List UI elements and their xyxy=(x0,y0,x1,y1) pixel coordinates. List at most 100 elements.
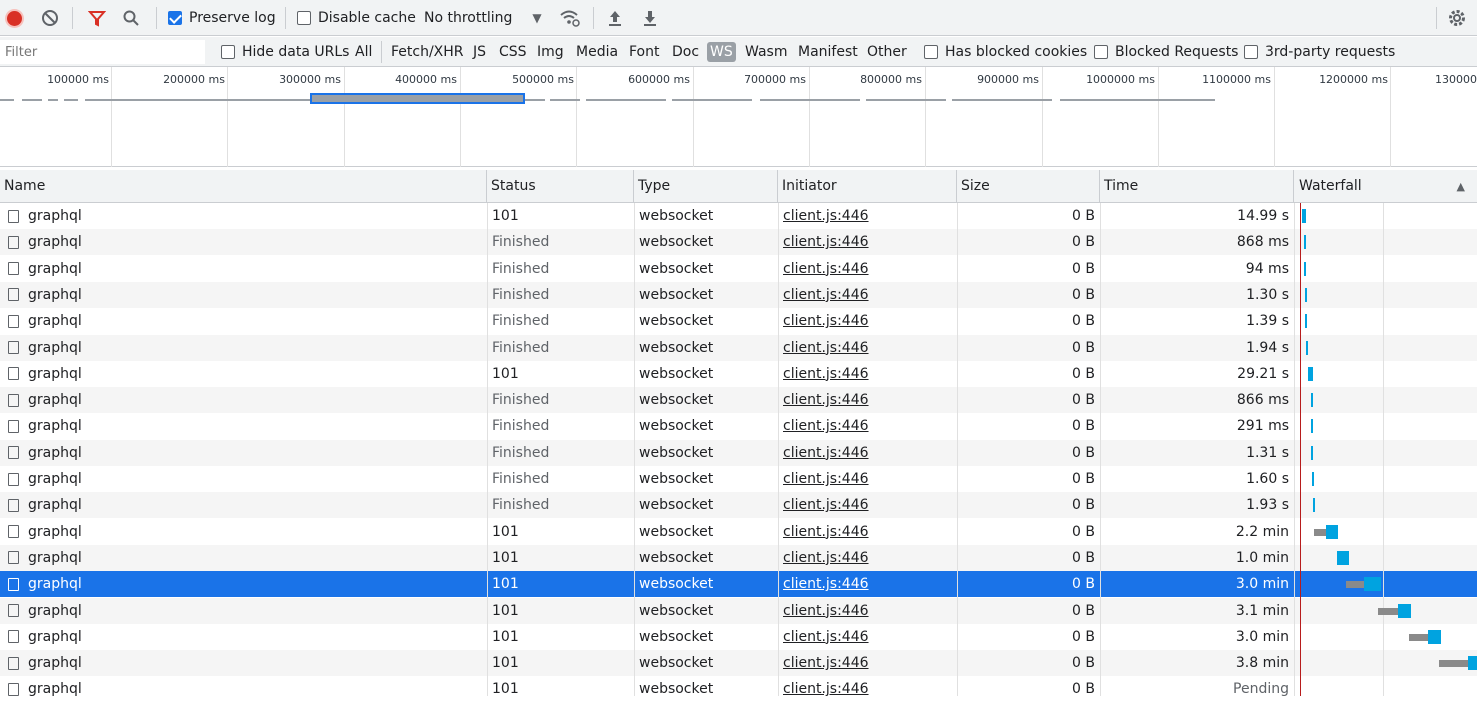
initiator-link[interactable]: client.js:446 xyxy=(783,519,953,545)
import-har-button[interactable] xyxy=(607,0,623,36)
initiator-link[interactable]: client.js:446 xyxy=(783,361,953,387)
request-name-cell[interactable]: graphql xyxy=(8,624,478,650)
request-name-cell[interactable]: graphql xyxy=(8,676,478,702)
size-cell: 0 B xyxy=(1072,208,1095,224)
table-row[interactable]: graphql Finished websocket client.js:446 0 B… xyxy=(0,308,1477,334)
table-row[interactable]: graphql Finished websocket client.js:446 0 B… xyxy=(0,229,1477,256)
request-name-cell[interactable]: graphql xyxy=(8,492,478,518)
table-row[interactable]: graphql Finished websocket client.js:446 0 B… xyxy=(0,413,1477,439)
request-name-cell[interactable]: graphql xyxy=(8,308,478,334)
request-name-cell[interactable]: graphql xyxy=(8,466,478,492)
disable-cache-checkbox[interactable]: Disable cache xyxy=(297,0,416,36)
request-name-cell[interactable]: graphql xyxy=(8,440,478,466)
request-name-cell[interactable]: graphql xyxy=(8,650,478,676)
table-row[interactable]: graphql 101 websocket client.js:446 0 B 3.0 m… xyxy=(0,571,1477,598)
initiator-link[interactable]: client.js:446 xyxy=(783,676,953,702)
table-row[interactable]: graphql Finished websocket client.js:446 0 B… xyxy=(0,256,1477,282)
type-filter-img[interactable]: Img xyxy=(537,37,564,67)
column-header-initiator[interactable]: Initiator xyxy=(778,170,957,203)
table-row[interactable]: graphql Finished websocket client.js:446 0 B… xyxy=(0,281,1477,308)
table-row[interactable]: graphql Finished websocket client.js:446 0 B… xyxy=(0,334,1477,361)
request-name-cell[interactable]: graphql xyxy=(8,545,478,571)
table-row[interactable]: graphql 101 websocket client.js:446 0 B 3.1 m… xyxy=(0,597,1477,624)
initiator-link[interactable]: client.js:446 xyxy=(783,650,953,676)
initiator-link[interactable]: client.js:446 xyxy=(783,440,953,466)
throttling-select[interactable]: No throttling ▼ xyxy=(424,0,542,36)
table-row[interactable]: graphql 101 websocket client.js:446 0 B 14.99… xyxy=(0,203,1477,229)
request-name-cell[interactable]: graphql xyxy=(8,413,478,439)
table-row[interactable]: graphql 101 websocket client.js:446 0 B 3.0 m… xyxy=(0,624,1477,650)
initiator-link[interactable]: client.js:446 xyxy=(783,308,953,334)
table-row[interactable]: graphql 101 websocket client.js:446 0 B 29.21… xyxy=(0,361,1477,387)
type-filter-wasm[interactable]: Wasm xyxy=(745,37,787,67)
column-header-size[interactable]: Size xyxy=(957,170,1100,203)
initiator-link[interactable]: client.js:446 xyxy=(783,413,953,439)
type-filter-other[interactable]: Other xyxy=(867,37,907,67)
table-row[interactable]: graphql Finished websocket client.js:446 0 B… xyxy=(0,387,1477,414)
request-name-cell[interactable]: graphql xyxy=(8,598,478,624)
request-name-cell[interactable]: graphql xyxy=(8,256,478,282)
request-name-cell[interactable]: graphql xyxy=(8,229,478,255)
request-name: graphql xyxy=(28,208,82,224)
type-filter-manifest[interactable]: Manifest xyxy=(798,37,858,67)
initiator-link[interactable]: client.js:446 xyxy=(783,256,953,282)
table-row[interactable]: graphql Finished websocket client.js:446 0 B… xyxy=(0,439,1477,466)
timeline-selection[interactable] xyxy=(310,93,525,104)
search-button[interactable] xyxy=(122,0,140,36)
type-filter-doc[interactable]: Doc xyxy=(672,37,699,67)
initiator-link[interactable]: client.js:446 xyxy=(783,282,953,308)
initiator-link[interactable]: client.js:446 xyxy=(783,203,953,229)
initiator-link[interactable]: client.js:446 xyxy=(783,545,953,571)
column-header-time[interactable]: Time xyxy=(1100,170,1294,203)
request-name-cell[interactable]: graphql xyxy=(8,519,478,545)
type-filter-fetch-xhr[interactable]: Fetch/XHR xyxy=(391,37,464,67)
time-cell: 3.8 min xyxy=(1235,655,1289,672)
initiator-link[interactable]: client.js:446 xyxy=(783,492,953,518)
type-filter-js[interactable]: JS xyxy=(473,37,486,67)
filter-toggle-button[interactable] xyxy=(88,0,106,36)
column-header-waterfall[interactable]: Waterfall ▲ xyxy=(1294,170,1477,203)
initiator-link[interactable]: client.js:446 xyxy=(783,387,953,413)
request-name-cell[interactable]: graphql xyxy=(8,282,478,308)
table-row[interactable]: graphql 101 websocket client.js:446 0 B 3.8 m… xyxy=(0,650,1477,677)
export-har-button[interactable] xyxy=(642,0,658,36)
type-filter-ws[interactable]: WS xyxy=(707,37,736,67)
type-filter-font[interactable]: Font xyxy=(629,37,659,67)
table-row[interactable]: graphql Finished websocket client.js:446 0 B… xyxy=(0,492,1477,519)
type-filter-all[interactable]: All xyxy=(355,37,372,67)
initiator-link[interactable]: client.js:446 xyxy=(783,624,953,650)
request-name-cell[interactable]: graphql xyxy=(8,387,478,413)
request-name-cell[interactable]: graphql xyxy=(8,203,478,229)
third-party-requests-checkbox[interactable]: 3rd-party requests xyxy=(1244,37,1395,67)
hide-data-urls-checkbox[interactable]: Hide data URLs xyxy=(221,37,349,67)
clear-button[interactable] xyxy=(41,0,59,36)
blocked-requests-checkbox[interactable]: Blocked Requests xyxy=(1094,37,1238,67)
timeline-overview[interactable]: 100000 ms 200000 ms 300000 ms 400000 ms … xyxy=(0,67,1477,167)
initiator-link[interactable]: client.js:446 xyxy=(783,466,953,492)
initiator-link[interactable]: client.js:446 xyxy=(783,229,953,255)
column-header-status[interactable]: Status xyxy=(487,170,634,203)
table-row[interactable]: graphql 101 websocket client.js:446 0 B 1.0 m… xyxy=(0,544,1477,571)
type-filter-css[interactable]: CSS xyxy=(499,37,527,67)
preserve-log-checkbox[interactable]: Preserve log xyxy=(168,0,276,36)
initiator-link[interactable]: client.js:446 xyxy=(783,571,953,597)
table-row[interactable]: graphql 101 websocket client.js:446 0 B 2.2 m… xyxy=(0,519,1477,545)
request-name-cell[interactable]: graphql xyxy=(8,571,478,597)
record-button[interactable] xyxy=(7,0,22,36)
upload-icon xyxy=(609,11,621,26)
request-name-cell[interactable]: graphql xyxy=(8,335,478,361)
request-name-cell[interactable]: graphql xyxy=(8,361,478,387)
checkbox-checked-icon xyxy=(168,11,182,25)
column-header-type[interactable]: Type xyxy=(634,170,778,203)
filter-input[interactable] xyxy=(0,40,205,64)
type-cell: websocket xyxy=(639,471,714,487)
settings-button[interactable] xyxy=(1447,0,1467,36)
table-row[interactable]: graphql Finished websocket client.js:446 0 B… xyxy=(0,466,1477,492)
type-filter-media[interactable]: Media xyxy=(576,37,618,67)
initiator-link[interactable]: client.js:446 xyxy=(783,598,953,624)
initiator-link[interactable]: client.js:446 xyxy=(783,335,953,361)
column-header-name[interactable]: Name xyxy=(0,170,487,203)
network-conditions-button[interactable] xyxy=(559,0,581,36)
table-row[interactable]: graphql 101 websocket client.js:446 0 B Pendi… xyxy=(0,676,1477,702)
has-blocked-cookies-checkbox[interactable]: Has blocked cookies xyxy=(924,37,1087,67)
